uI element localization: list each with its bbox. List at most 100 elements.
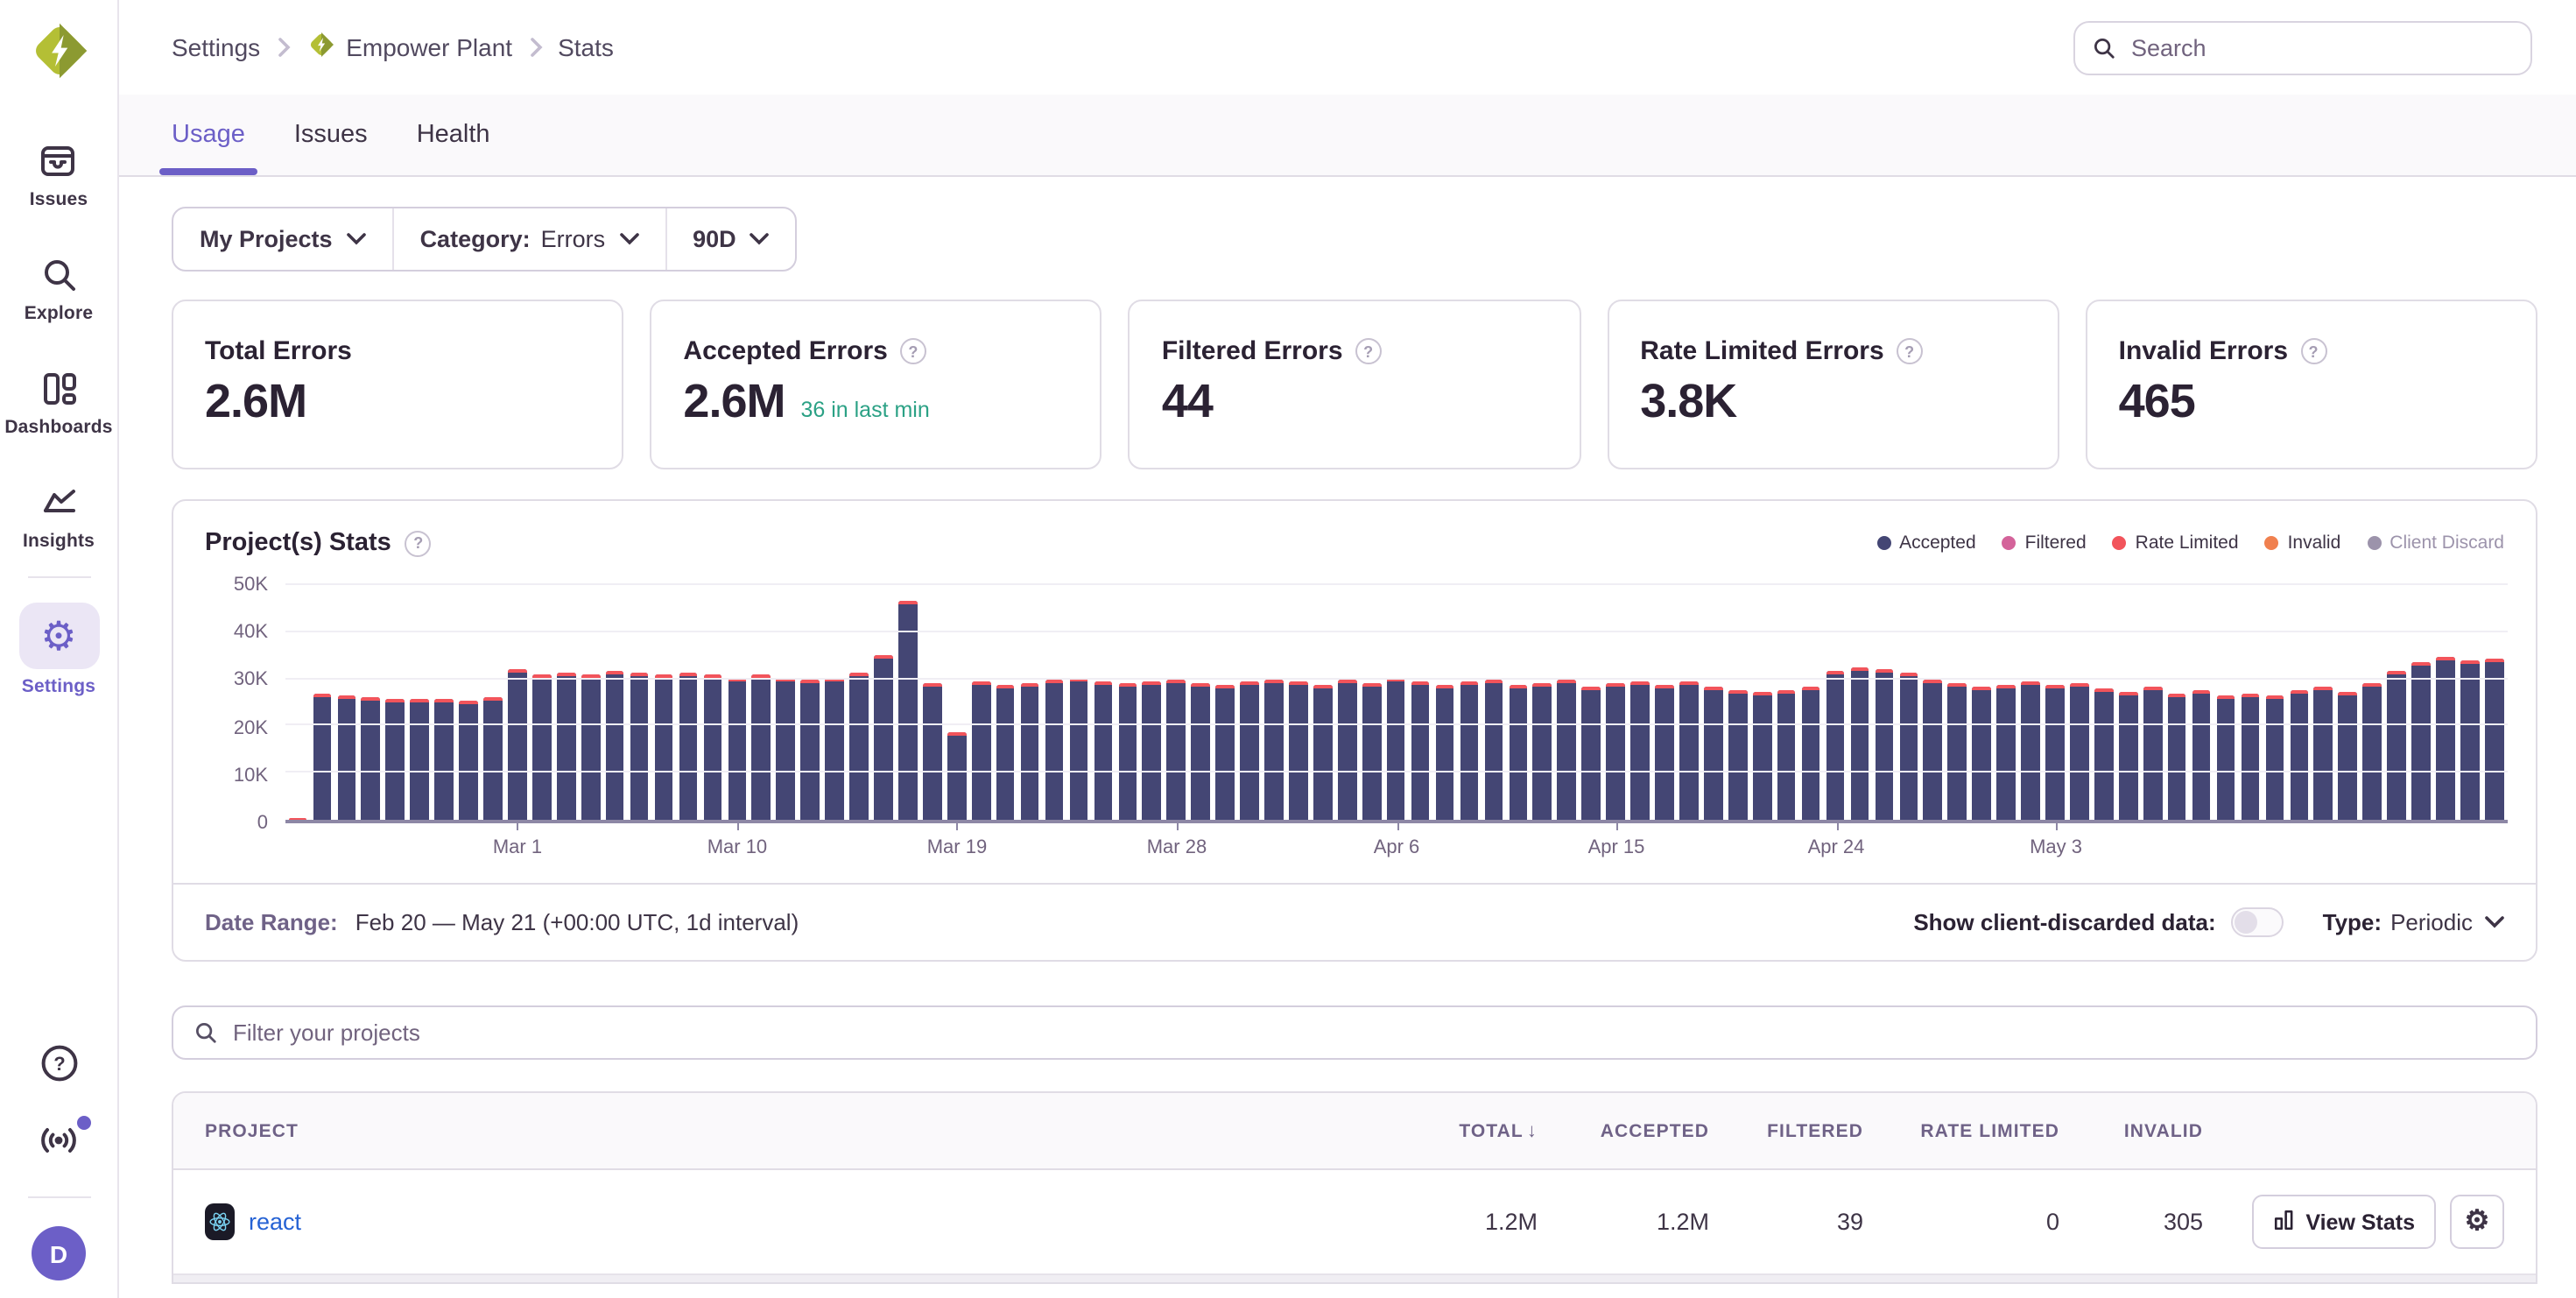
chart-bar[interactable] <box>359 585 384 820</box>
chart-bar[interactable] <box>2360 585 2384 820</box>
chart-bar[interactable] <box>1432 585 1457 820</box>
sidebar-item-settings[interactable]: ⚙ Settings <box>18 603 99 697</box>
chart-bar[interactable] <box>456 585 481 820</box>
chart-bar[interactable] <box>505 585 530 820</box>
chart-bar[interactable] <box>481 585 505 820</box>
chart-bar[interactable] <box>2043 585 2067 820</box>
chart-bar[interactable] <box>1798 585 1823 820</box>
help-tooltip-icon[interactable]: ? <box>2300 338 2326 364</box>
chart-bar[interactable] <box>2189 585 2214 820</box>
chart-bar[interactable] <box>2458 585 2482 820</box>
chart-bar[interactable] <box>1506 585 1531 820</box>
chart-bar[interactable] <box>432 585 456 820</box>
chart-bar[interactable] <box>285 585 310 820</box>
chart-bar[interactable] <box>2336 585 2361 820</box>
chart-bar[interactable] <box>1603 585 1628 820</box>
legend-item[interactable]: Accepted <box>1876 533 1976 554</box>
chart-bar[interactable] <box>1262 585 1286 820</box>
legend-item[interactable]: Filtered <box>2002 533 2087 554</box>
category-dropdown[interactable]: Category: Errors <box>392 208 665 270</box>
chart-bar[interactable] <box>651 585 676 820</box>
chart-bar[interactable] <box>871 585 896 820</box>
sidebar-item-dashboards[interactable]: Dashboards <box>4 368 112 438</box>
chart-bar[interactable] <box>2263 585 2287 820</box>
chart-bar[interactable] <box>969 585 994 820</box>
chart-bar[interactable] <box>1774 585 1798 820</box>
chart-bar[interactable] <box>384 585 408 820</box>
chart-bar[interactable] <box>1628 585 1652 820</box>
project-search-input[interactable] <box>172 1005 2537 1060</box>
tab-issues[interactable]: Issues <box>294 95 368 175</box>
chart-bar[interactable] <box>1042 585 1066 820</box>
user-avatar[interactable]: D <box>32 1226 86 1280</box>
chart-bar[interactable] <box>1237 585 1262 820</box>
col-total[interactable]: TOTAL↓ <box>1371 1120 1538 1141</box>
chart-bar[interactable] <box>407 585 432 820</box>
type-dropdown[interactable]: Type: Periodic <box>2323 909 2504 935</box>
chart-bar[interactable] <box>1408 585 1432 820</box>
chart-bar[interactable] <box>1286 585 1311 820</box>
sidebar-item-insights[interactable]: Insights <box>23 482 95 552</box>
tab-usage[interactable]: Usage <box>172 95 245 175</box>
chart-bar[interactable] <box>993 585 1017 820</box>
chart-bar[interactable] <box>1848 585 1872 820</box>
chart-bar[interactable] <box>2116 585 2141 820</box>
breadcrumb-project[interactable]: Empower Plant <box>306 30 512 65</box>
help-tooltip-icon[interactable]: ? <box>405 530 432 556</box>
chart-bar[interactable] <box>1116 585 1140 820</box>
help-icon[interactable]: ? <box>38 1042 80 1093</box>
chart-bar[interactable] <box>2092 585 2116 820</box>
chart-bar[interactable] <box>2433 585 2458 820</box>
chart-bar[interactable] <box>896 585 920 820</box>
search-input[interactable] <box>2073 20 2532 74</box>
chart-bar[interactable] <box>1652 585 1677 820</box>
sentry-logo-icon[interactable] <box>25 18 92 84</box>
chart-bar[interactable] <box>1017 585 1042 820</box>
chart-bar[interactable] <box>334 585 359 820</box>
chart-bar[interactable] <box>310 585 334 820</box>
chart-bar[interactable] <box>627 585 651 820</box>
col-filtered[interactable]: FILTERED <box>1709 1120 1863 1141</box>
chart-bar[interactable] <box>1531 585 1555 820</box>
chart-bar[interactable] <box>1555 585 1580 820</box>
chart-bar[interactable] <box>676 585 700 820</box>
chart-bar[interactable] <box>1360 585 1384 820</box>
project-link[interactable]: react <box>249 1209 301 1235</box>
chart-bar[interactable] <box>602 585 627 820</box>
chart-bar[interactable] <box>1823 585 1848 820</box>
tab-health[interactable]: Health <box>417 95 490 175</box>
chart-bar[interactable] <box>1091 585 1116 820</box>
legend-item[interactable]: Invalid <box>2265 533 2341 554</box>
view-stats-button[interactable]: View Stats <box>2251 1195 2436 1249</box>
project-filter-dropdown[interactable]: My Projects <box>173 208 392 270</box>
help-tooltip-icon[interactable]: ? <box>1355 338 1382 364</box>
chart-bar[interactable] <box>1872 585 1897 820</box>
chart-bar[interactable] <box>2164 585 2189 820</box>
chart-bar[interactable] <box>1188 585 1213 820</box>
date-period-dropdown[interactable]: 90D <box>665 208 796 270</box>
chart-bar[interactable] <box>1482 585 1506 820</box>
chart-bar[interactable] <box>1726 585 1750 820</box>
chart-bar[interactable] <box>1750 585 1775 820</box>
sidebar-item-issues[interactable]: Issues <box>30 140 88 210</box>
chart-bar[interactable] <box>1335 585 1360 820</box>
legend-item[interactable]: Client Discard <box>2367 533 2504 554</box>
chart-bar[interactable] <box>1311 585 1335 820</box>
chart-bar[interactable] <box>1897 585 1921 820</box>
breadcrumb-settings[interactable]: Settings <box>172 33 260 61</box>
chart-bar[interactable] <box>2287 585 2312 820</box>
chart-bar[interactable] <box>750 585 774 820</box>
col-project[interactable]: PROJECT <box>205 1120 1371 1141</box>
chart-bar[interactable] <box>1383 585 1408 820</box>
chart-bar[interactable] <box>1969 585 1994 820</box>
chart-bar[interactable] <box>530 585 554 820</box>
col-invalid[interactable]: INVALID <box>2059 1120 2203 1141</box>
chart-bar[interactable] <box>798 585 822 820</box>
chart-bar[interactable] <box>945 585 969 820</box>
client-discard-toggle[interactable] <box>2232 907 2284 937</box>
chart-bar[interactable] <box>1066 585 1091 820</box>
chart-bar[interactable] <box>2141 585 2165 820</box>
chart-bar[interactable] <box>2018 585 2043 820</box>
help-tooltip-icon[interactable]: ? <box>1897 338 1923 364</box>
chart-bar[interactable] <box>1994 585 2018 820</box>
